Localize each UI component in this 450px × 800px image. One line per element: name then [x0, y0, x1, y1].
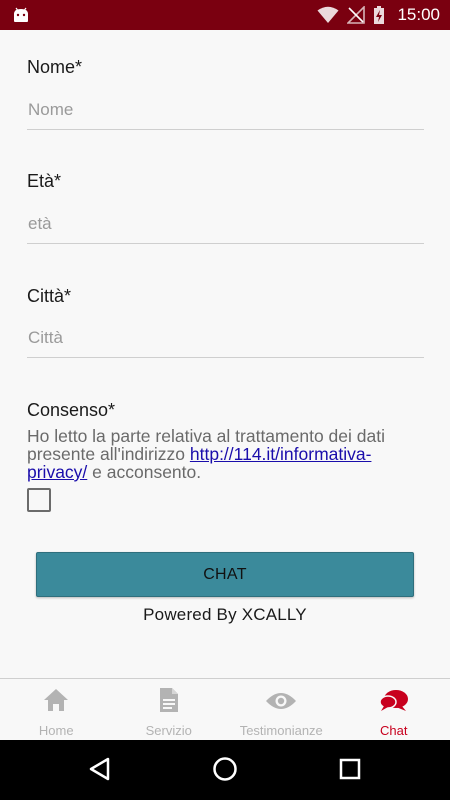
android-icon [14, 7, 28, 22]
eta-label: Età* [27, 171, 62, 191]
battery-charging-icon [374, 6, 385, 24]
recents-icon[interactable] [339, 758, 361, 780]
tab-chat[interactable]: Chat [338, 679, 450, 741]
chat-button[interactable]: CHAT [36, 552, 414, 597]
consent-text-after: e acconsento. [87, 462, 202, 482]
tab-home[interactable]: Home [0, 679, 113, 741]
tab-testimonianze[interactable]: Testimonianze [225, 679, 338, 741]
tab-servizio-label: Servizio [145, 723, 192, 738]
chat-bubbles-icon [379, 690, 408, 711]
tab-testimonianze-label: Testimonianze [239, 723, 323, 738]
consent-checkbox[interactable] [27, 488, 51, 512]
eta-input[interactable] [27, 204, 424, 244]
tab-home-label: Home [38, 723, 74, 738]
bottom-tab-bar: Home Servizio Testimonianze Chat [0, 678, 450, 740]
consent-text: Ho letto la parte relativa al trattament… [27, 427, 427, 481]
citta-label: Città* [27, 286, 72, 306]
status-bar: 15:00 [0, 0, 450, 30]
document-icon [159, 688, 178, 712]
nome-input[interactable] [27, 90, 424, 130]
back-icon[interactable] [88, 757, 110, 781]
no-signal-icon [347, 6, 366, 24]
home-circle-icon[interactable] [212, 756, 238, 782]
android-nav-bar [0, 740, 450, 800]
nome-label: Nome* [27, 57, 83, 77]
consenso-label: Consenso* [27, 400, 116, 420]
powered-by-text: Powered By XCALLY [143, 605, 307, 624]
registration-form: Nome* Età* Città* Consenso* Ho letto la … [0, 30, 450, 678]
tab-chat-label: Chat [380, 723, 408, 738]
citta-input[interactable] [27, 318, 424, 358]
status-time: 15:00 [397, 5, 440, 24]
home-icon [44, 689, 69, 711]
eye-icon [266, 693, 297, 709]
wifi-icon [317, 6, 339, 23]
tab-servizio[interactable]: Servizio [113, 679, 226, 741]
